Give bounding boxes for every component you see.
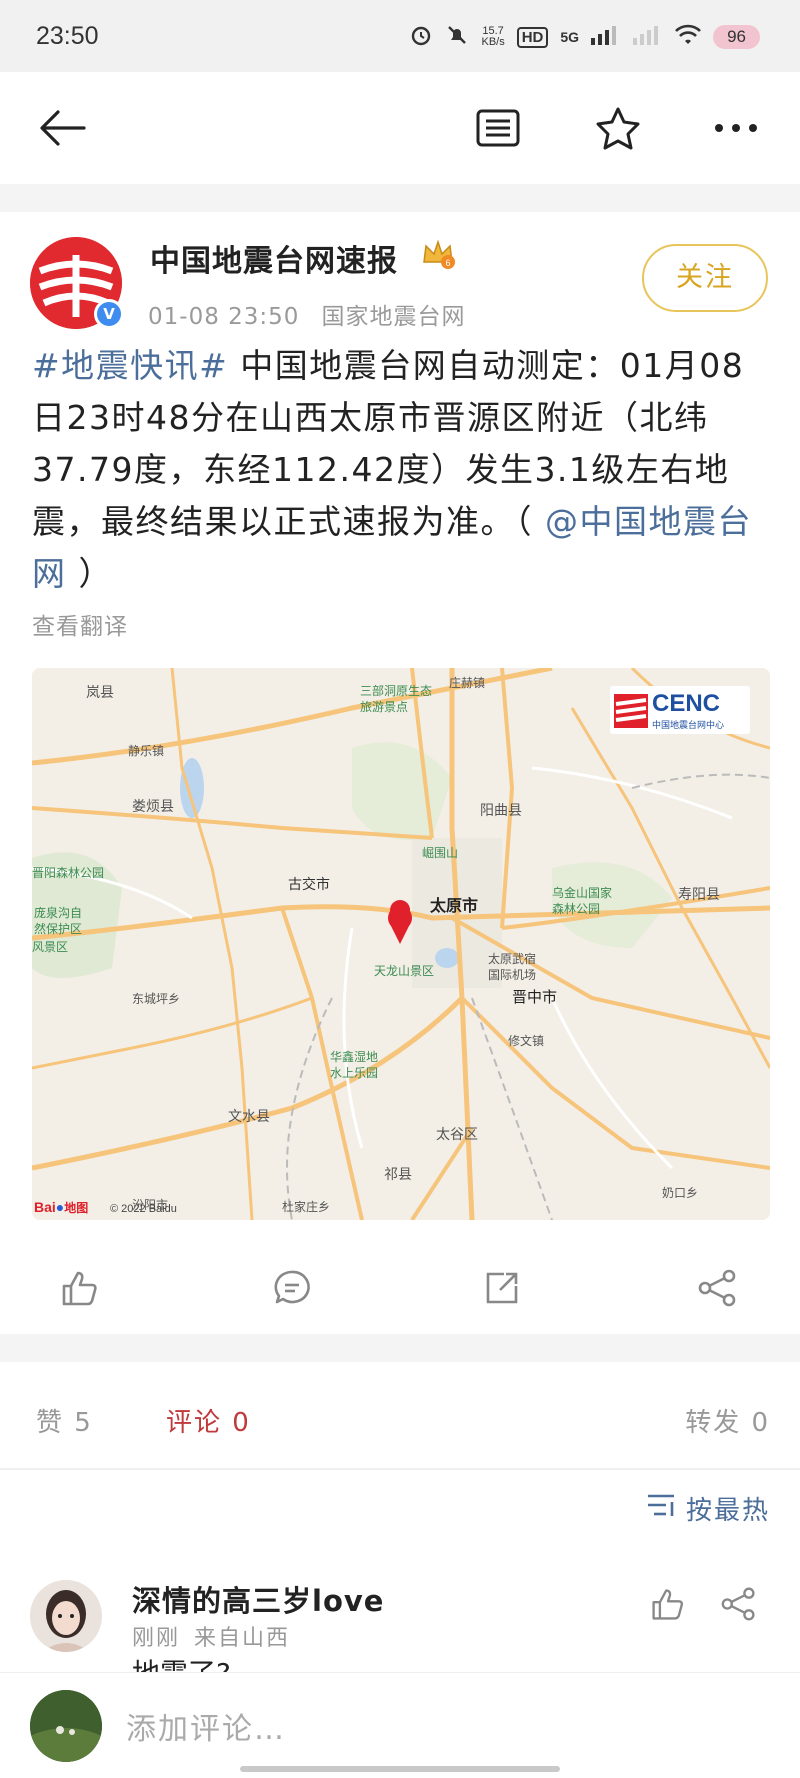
comment-location: 来自山西 xyxy=(194,1626,291,1651)
cenc-logo-subtext: 中国地震台网中心 xyxy=(652,721,725,731)
comment-share-icon[interactable] xyxy=(720,1586,758,1626)
baidu-logo: Bai●地图 xyxy=(34,1199,88,1216)
wifi-icon xyxy=(675,24,701,50)
section-divider xyxy=(0,1334,800,1362)
map-label: 寿阳县 xyxy=(678,887,720,903)
divider xyxy=(0,1468,800,1470)
map-label: 奶口乡 xyxy=(662,1186,699,1200)
add-comment-input[interactable]: 添加评论… xyxy=(126,1704,286,1748)
post-source: 国家地震台网 xyxy=(321,304,466,330)
map-label: 太谷区 xyxy=(436,1127,478,1143)
map-poi-label: 三部洞原生态 xyxy=(360,684,433,698)
baidu-logo-sub: 地图 xyxy=(64,1201,89,1215)
map-poi-label: 然保护区 xyxy=(34,922,83,936)
post-action-bar xyxy=(0,1246,800,1332)
status-icons: 15.7 KB/s HD 5G 96 xyxy=(409,20,760,54)
map-label: 庄赫镇 xyxy=(449,676,486,690)
signal-2-icon xyxy=(633,25,663,49)
repost-icon[interactable] xyxy=(474,1260,530,1316)
map-label: 国际机场 xyxy=(488,968,537,982)
crown-badge-icon: 6 xyxy=(420,236,456,272)
commenter-name[interactable]: 深情的高三岁love xyxy=(132,1578,384,1620)
sort-hottest-button[interactable]: 按最热 xyxy=(646,1490,770,1527)
star-icon[interactable] xyxy=(590,100,646,156)
map-label: 娄烦县 xyxy=(132,799,174,815)
map-label: 东城坪乡 xyxy=(132,992,181,1006)
battery-badge: 96 xyxy=(713,25,760,49)
earthquake-map[interactable]: CENC 中国地震台网中心 岚县 三部洞原生态 旅游景点 庄赫镇 静乐镇 娄烦县… xyxy=(32,668,770,1220)
comment-time: 刚刚 xyxy=(132,1626,181,1651)
map-poi-label: 森林公园 xyxy=(552,902,601,916)
current-user-avatar xyxy=(30,1690,102,1762)
map-poi-label: 旅游景点 xyxy=(360,700,409,714)
map-label: 古交市 xyxy=(288,877,330,893)
map-poi-label: 晋阳森林公园 xyxy=(32,866,105,880)
map-label: 太原武宿 xyxy=(488,952,537,966)
comment-input-bar xyxy=(0,1672,800,1778)
cenc-logo: CENC 中国地震台网中心 xyxy=(610,686,750,734)
author-name[interactable]: 中国地震台网速报 xyxy=(150,236,398,280)
post-time: 01-08 23:50 xyxy=(148,304,300,330)
comment-text: 地震了? xyxy=(132,1654,231,1672)
baidu-paw-icon: ● xyxy=(55,1199,65,1215)
comment-meta: 刚刚 来自山西 xyxy=(132,1620,290,1652)
comment-like-icon[interactable] xyxy=(650,1586,686,1626)
map-city-label: 晋中市 xyxy=(512,988,558,1006)
map-poi-label: 崛围山 xyxy=(422,846,459,860)
map-poi-label: 庞泉沟自 xyxy=(34,906,83,920)
mute-icon xyxy=(445,23,469,51)
baidu-logo-text: Bai xyxy=(34,1199,56,1215)
follow-button[interactable]: 关注 xyxy=(642,244,768,312)
network-type: 5G xyxy=(560,29,580,45)
section-divider xyxy=(0,184,800,212)
top-nav xyxy=(0,72,800,184)
map-label: 修文镇 xyxy=(508,1034,545,1048)
home-indicator xyxy=(240,1766,560,1772)
cenc-logo-text: CENC xyxy=(652,690,721,717)
post-body: #地震快讯# 中国地震台网自动测定：01月08日23时48分在山西太原市晋源区附… xyxy=(32,340,772,600)
svg-text:6: 6 xyxy=(445,258,450,268)
net-speed: 15.7 KB/s xyxy=(481,26,504,48)
comment-icon[interactable] xyxy=(264,1260,320,1316)
map-poi-label: 水上乐园 xyxy=(330,1066,379,1080)
stats-bar: 赞 5 评论 0 转发 0 xyxy=(0,1376,800,1466)
translate-link[interactable]: 查看翻译 xyxy=(32,607,128,641)
like-icon[interactable] xyxy=(52,1260,108,1316)
comments-tab[interactable]: 评论 0 xyxy=(166,1402,251,1439)
sort-label: 按最热 xyxy=(685,1496,770,1526)
map-poi-label: 华鑫湿地 xyxy=(330,1050,379,1064)
status-bar: 23:50 15.7 KB/s HD 5G 96 xyxy=(0,0,800,72)
hashtag-link[interactable]: #地震快讯# xyxy=(32,346,228,385)
share-icon[interactable] xyxy=(690,1260,746,1316)
map-poi-label: 天龙山景区 xyxy=(374,964,435,978)
map-label: 阳曲县 xyxy=(480,803,522,819)
post-text-end: ） xyxy=(66,554,113,593)
map-label: 杜家庄乡 xyxy=(282,1200,331,1214)
map-label: 文水县 xyxy=(228,1109,270,1125)
sort-icon xyxy=(646,1492,678,1525)
reposts-tab[interactable]: 转发 0 xyxy=(685,1402,770,1439)
alarm-icon xyxy=(409,23,433,51)
back-arrow-icon[interactable] xyxy=(34,100,90,156)
hd-badge: HD xyxy=(516,26,549,48)
map-city-label: 太原市 xyxy=(430,896,479,915)
article-list-icon[interactable] xyxy=(470,100,526,156)
signal-icon xyxy=(591,25,621,49)
map-copyright: © 2022 Baidu xyxy=(110,1203,177,1215)
map-label: 祁县 xyxy=(384,1167,412,1183)
post-meta: 01-08 23:50 国家地震台网 xyxy=(148,297,465,331)
map-label: 静乐镇 xyxy=(128,744,165,758)
map-poi-label: 风景区 xyxy=(32,940,69,954)
commenter-avatar[interactable] xyxy=(30,1580,102,1652)
status-time: 23:50 xyxy=(36,22,99,50)
map-poi-label: 乌金山国家 xyxy=(552,886,613,900)
verified-badge-icon: V xyxy=(94,299,124,329)
net-speed-unit: KB/s xyxy=(481,36,505,48)
likes-tab[interactable]: 赞 5 xyxy=(36,1402,93,1439)
more-icon[interactable] xyxy=(708,100,764,156)
map-label: 岚县 xyxy=(86,685,114,701)
